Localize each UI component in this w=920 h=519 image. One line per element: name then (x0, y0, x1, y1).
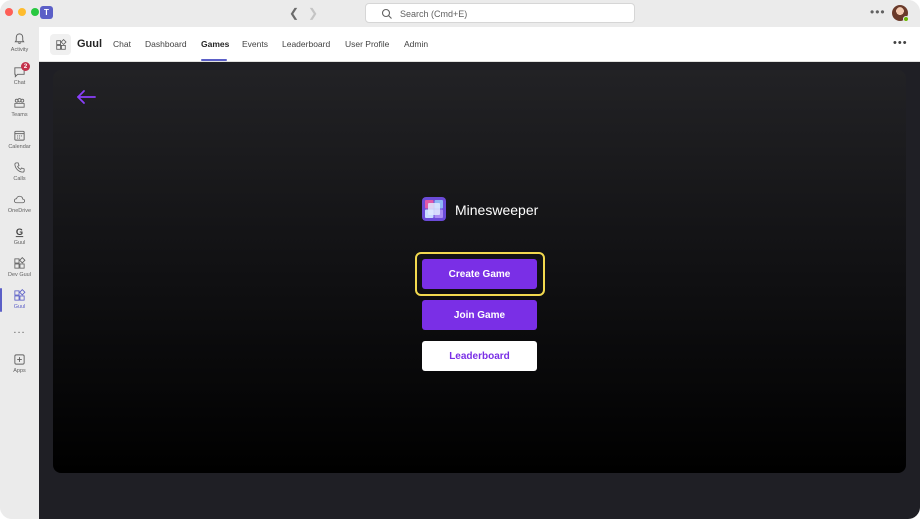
bell-icon (14, 33, 25, 44)
rail-label: Chat (13, 80, 26, 86)
rail-label: Guul (13, 304, 26, 310)
teams-icon (14, 98, 25, 108)
left-rail: Activity 2 Chat Teams Calendar Calls One… (0, 27, 39, 519)
tab-games[interactable]: Games (201, 39, 229, 49)
tab-dashboard[interactable]: Dashboard (145, 39, 187, 49)
rail-label: Dev Guul (8, 272, 31, 278)
rail-label: Calendar (8, 144, 31, 150)
add-app-icon (14, 354, 25, 365)
rail-item-guul-personal[interactable]: G Guul (0, 225, 39, 255)
app-title: Guul (77, 38, 103, 50)
back-arrow-icon[interactable] (75, 89, 97, 105)
title-bar: T ❮ ❯ Search (Cmd+E) ••• (0, 0, 920, 27)
tab-admin[interactable]: Admin (404, 39, 428, 49)
more-apps-icon[interactable]: ... (0, 324, 39, 336)
minimize-window-button[interactable] (18, 8, 26, 16)
search-icon (381, 8, 392, 19)
search-placeholder: Search (Cmd+E) (400, 9, 468, 19)
apps-grid-icon (14, 257, 26, 269)
phone-icon (14, 162, 25, 173)
rail-label: Activity (10, 47, 29, 53)
chat-badge: 2 (21, 62, 30, 71)
rail-label: OneDrive (7, 208, 32, 214)
rail-label: Apps (13, 368, 26, 374)
rail-label: Guul (13, 240, 26, 246)
minesweeper-logo-icon (422, 197, 446, 221)
window-controls (5, 8, 39, 16)
teams-logo-icon: T (40, 6, 53, 19)
tab-leaderboard[interactable]: Leaderboard (282, 39, 330, 49)
guul-g-icon: G (15, 227, 24, 238)
app-icon (50, 34, 71, 55)
game-title: Minesweeper (455, 202, 539, 218)
rail-item-onedrive[interactable]: OneDrive (0, 193, 39, 223)
search-input[interactable]: Search (Cmd+E) (365, 3, 635, 23)
create-game-button[interactable]: Create Game (422, 259, 537, 289)
rail-item-guul[interactable]: Guul (0, 289, 39, 319)
rail-item-calls[interactable]: Calls (0, 161, 39, 191)
app-window: T ❮ ❯ Search (Cmd+E) ••• Activity 2 Chat… (0, 0, 920, 519)
join-game-button[interactable]: Join Game (422, 300, 537, 330)
rail-item-teams[interactable]: Teams (0, 97, 39, 127)
back-nav-button[interactable]: ❮ (289, 6, 299, 20)
rail-item-chat[interactable]: 2 Chat (0, 62, 39, 95)
close-window-button[interactable] (5, 8, 13, 16)
tab-chat[interactable]: Chat (113, 39, 131, 49)
rail-item-apps[interactable]: Apps (0, 353, 39, 383)
svg-text:G: G (16, 227, 23, 237)
app-header: Guul Chat Dashboard Games Events Leaderb… (39, 27, 920, 62)
apps-grid-icon (55, 38, 67, 50)
apps-grid-icon (14, 289, 26, 301)
tab-events[interactable]: Events (242, 39, 268, 49)
more-options-icon[interactable]: ••• (870, 5, 886, 19)
rail-item-calendar[interactable]: Calendar (0, 129, 39, 159)
rail-item-activity[interactable]: Activity (0, 32, 39, 62)
calendar-icon (14, 130, 25, 141)
more-options-icon[interactable]: ••• (893, 37, 908, 49)
tab-user-profile[interactable]: User Profile (345, 39, 389, 49)
leaderboard-button[interactable]: Leaderboard (422, 341, 537, 371)
rail-item-dev-guul[interactable]: Dev Guul (0, 257, 39, 287)
cloud-icon (13, 195, 26, 204)
zoom-window-button[interactable] (31, 8, 39, 16)
active-tab-indicator (201, 59, 227, 61)
rail-label: Teams (11, 112, 28, 118)
presence-status-icon (903, 16, 909, 22)
forward-nav-button[interactable]: ❯ (308, 6, 318, 20)
rail-label: Calls (13, 176, 26, 182)
